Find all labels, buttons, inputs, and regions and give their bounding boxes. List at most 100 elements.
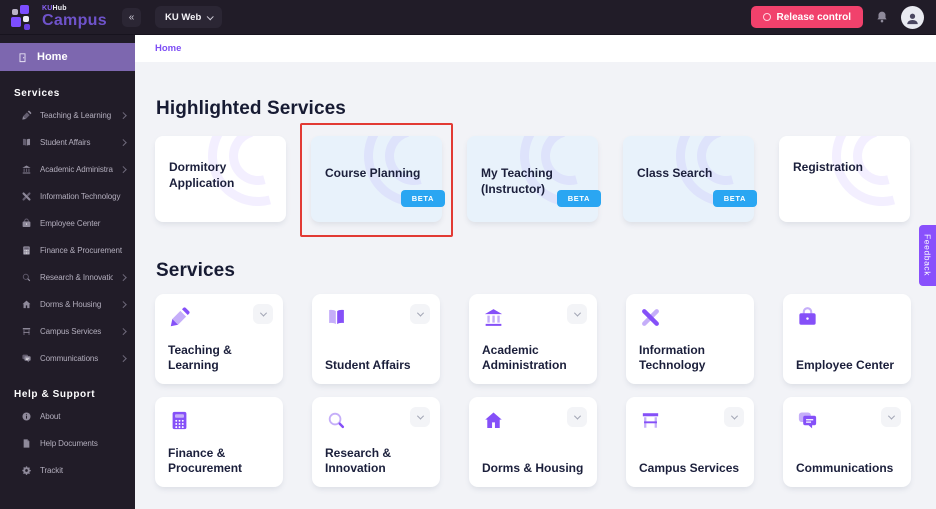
sidebar-item-research-innovation[interactable]: Research & Innovation xyxy=(0,264,135,291)
chevron-down-icon xyxy=(887,412,895,420)
chevron-down-icon xyxy=(730,412,738,420)
sidebar-item-employee-center[interactable]: Employee Center xyxy=(0,210,135,237)
xtools-icon xyxy=(21,191,32,202)
services-title: Services xyxy=(156,260,235,281)
sidebar-item-label: Research & Innovation xyxy=(40,273,113,282)
service-card-student-affairs[interactable]: Student Affairs xyxy=(312,294,440,384)
service-card-expand-button[interactable] xyxy=(567,407,587,427)
chat-icon xyxy=(21,353,32,364)
sidebar-item-teaching-learning[interactable]: Teaching & Learning xyxy=(0,102,135,129)
service-card-title: Finance & Procurement xyxy=(168,445,243,476)
chevron-down-icon xyxy=(416,412,424,420)
chevron-right-icon xyxy=(119,274,126,281)
services-cards-grid: Teaching & Learning Student Affairs Academ… xyxy=(155,294,916,487)
sidebar-item-label: Dorms & Housing xyxy=(40,300,102,309)
sidebar-home-label: Home xyxy=(37,51,68,63)
calculator-icon xyxy=(21,245,32,256)
feedback-tab[interactable]: Feedback xyxy=(919,225,936,286)
service-card-expand-button[interactable] xyxy=(724,407,744,427)
sidebar-item-campus-services[interactable]: Campus Services xyxy=(0,318,135,345)
service-card-information-technology[interactable]: Information Technology xyxy=(626,294,754,384)
highlighted-card-class-search[interactable]: Class Search BETA xyxy=(623,136,757,222)
pencil-icon xyxy=(21,110,32,121)
sidebar-item-dorms-housing[interactable]: Dorms & Housing xyxy=(0,291,135,318)
beta-badge: BETA xyxy=(712,190,757,207)
sidebar-item-about[interactable]: About xyxy=(0,403,135,430)
service-card-expand-button[interactable] xyxy=(881,407,901,427)
service-card-research-innovation[interactable]: Research & Innovation xyxy=(312,397,440,487)
service-card-academic-administration[interactable]: Academic Administration xyxy=(469,294,597,384)
highlighted-card-title: Course Planning xyxy=(325,166,421,180)
service-card-title: Communications xyxy=(796,461,894,476)
app-switcher-label: KU Web xyxy=(165,11,202,23)
sidebar-item-communications[interactable]: Communications xyxy=(0,345,135,372)
sidebar-collapse-button[interactable]: « xyxy=(122,7,141,27)
chevron-double-left-icon: « xyxy=(128,11,135,23)
service-card-communications[interactable]: Communications xyxy=(783,397,911,487)
sidebar-item-label: About xyxy=(40,412,61,421)
service-card-title: Academic Administration xyxy=(482,342,567,373)
sidebar-item-academic-administration[interactable]: Academic Administration xyxy=(0,156,135,183)
logo-campus: Campus xyxy=(42,12,107,29)
breadcrumb-home[interactable]: Home xyxy=(155,43,181,54)
sidebar-item-label: Finance & Procurement xyxy=(40,246,122,255)
sidebar-item-home[interactable]: Home xyxy=(0,43,135,71)
briefcase-icon xyxy=(21,218,32,229)
content: Highlighted Services Dormitory Applicati… xyxy=(135,98,936,487)
topbar: KUHub Campus « KU Web Release control xyxy=(0,0,936,35)
service-card-expand-button[interactable] xyxy=(410,304,430,324)
pencil-icon xyxy=(168,306,191,329)
door-icon xyxy=(17,52,28,63)
sidebar-item-trackit[interactable]: Trackit xyxy=(0,457,135,484)
service-card-expand-button[interactable] xyxy=(410,407,430,427)
sidebar-item-information-technology[interactable]: Information Technology xyxy=(0,183,135,210)
store-icon xyxy=(639,409,662,432)
highlighted-card-dormitory-application[interactable]: Dormitory Application xyxy=(155,136,286,222)
highlighted-card-my-teaching-instructor[interactable]: My Teaching (Instructor) BETA xyxy=(467,136,601,222)
service-card-finance-procurement[interactable]: Finance & Procurement xyxy=(155,397,283,487)
avatar[interactable] xyxy=(901,5,924,29)
highlighted-card-registration[interactable]: Registration xyxy=(779,136,910,222)
chevron-right-icon xyxy=(119,139,126,146)
bank-icon xyxy=(21,164,32,175)
chevron-down-icon xyxy=(259,309,267,317)
service-card-teaching-learning[interactable]: Teaching & Learning xyxy=(155,294,283,384)
sidebar-item-label: Communications xyxy=(40,354,99,363)
service-card-expand-button[interactable] xyxy=(253,304,273,324)
highlighted-card-title: Class Search xyxy=(637,166,713,180)
service-card-employee-center[interactable]: Employee Center xyxy=(783,294,911,384)
sidebar-item-finance-procurement[interactable]: Finance & Procurement xyxy=(0,237,135,264)
sidebar-item-label: Help Documents xyxy=(40,439,98,448)
release-control-button[interactable]: Release control xyxy=(750,6,863,28)
service-card-title: Campus Services xyxy=(639,461,740,476)
service-card-title: Student Affairs xyxy=(325,358,411,373)
sidebar-item-label: Teaching & Learning xyxy=(40,111,112,120)
service-card-title: Employee Center xyxy=(796,358,895,373)
app-root: KUHub Campus « KU Web Release control Ho… xyxy=(0,0,936,509)
highlighted-card-course-planning[interactable]: Course Planning BETA xyxy=(300,123,453,237)
service-card-campus-services[interactable]: Campus Services xyxy=(626,397,754,487)
service-card-dorms-housing[interactable]: Dorms & Housing xyxy=(469,397,597,487)
sidebar-item-label: Academic Administration xyxy=(40,165,113,174)
chevron-right-icon xyxy=(119,166,126,173)
main-area: Home Highlighted Services Dormitory Appl… xyxy=(135,35,936,509)
highlighted-cards-row: Dormitory Application Course Planning BETA… xyxy=(155,123,916,237)
sidebar-item-student-affairs[interactable]: Student Affairs xyxy=(0,129,135,156)
sidebar: Home Services Teaching & Learning Student … xyxy=(0,35,135,509)
app-logo[interactable]: KUHub Campus xyxy=(0,4,122,30)
book-icon xyxy=(325,306,348,329)
calculator-icon xyxy=(168,409,191,432)
app-switcher-button[interactable]: KU Web xyxy=(155,6,223,28)
chevron-down-icon xyxy=(573,412,581,420)
service-card-title: Research & Innovation xyxy=(325,445,392,476)
sidebar-item-label: Campus Services xyxy=(40,327,102,336)
bell-icon[interactable] xyxy=(875,10,889,24)
highlighted-services-title: Highlighted Services xyxy=(156,98,346,119)
chat-icon xyxy=(796,409,819,432)
service-card-expand-button[interactable] xyxy=(567,304,587,324)
sidebar-item-help-documents[interactable]: Help Documents xyxy=(0,430,135,457)
file-icon xyxy=(21,438,32,449)
store-icon xyxy=(21,326,32,337)
highlighted-card-title: Dormitory Application xyxy=(169,160,235,191)
home-icon xyxy=(482,409,505,432)
